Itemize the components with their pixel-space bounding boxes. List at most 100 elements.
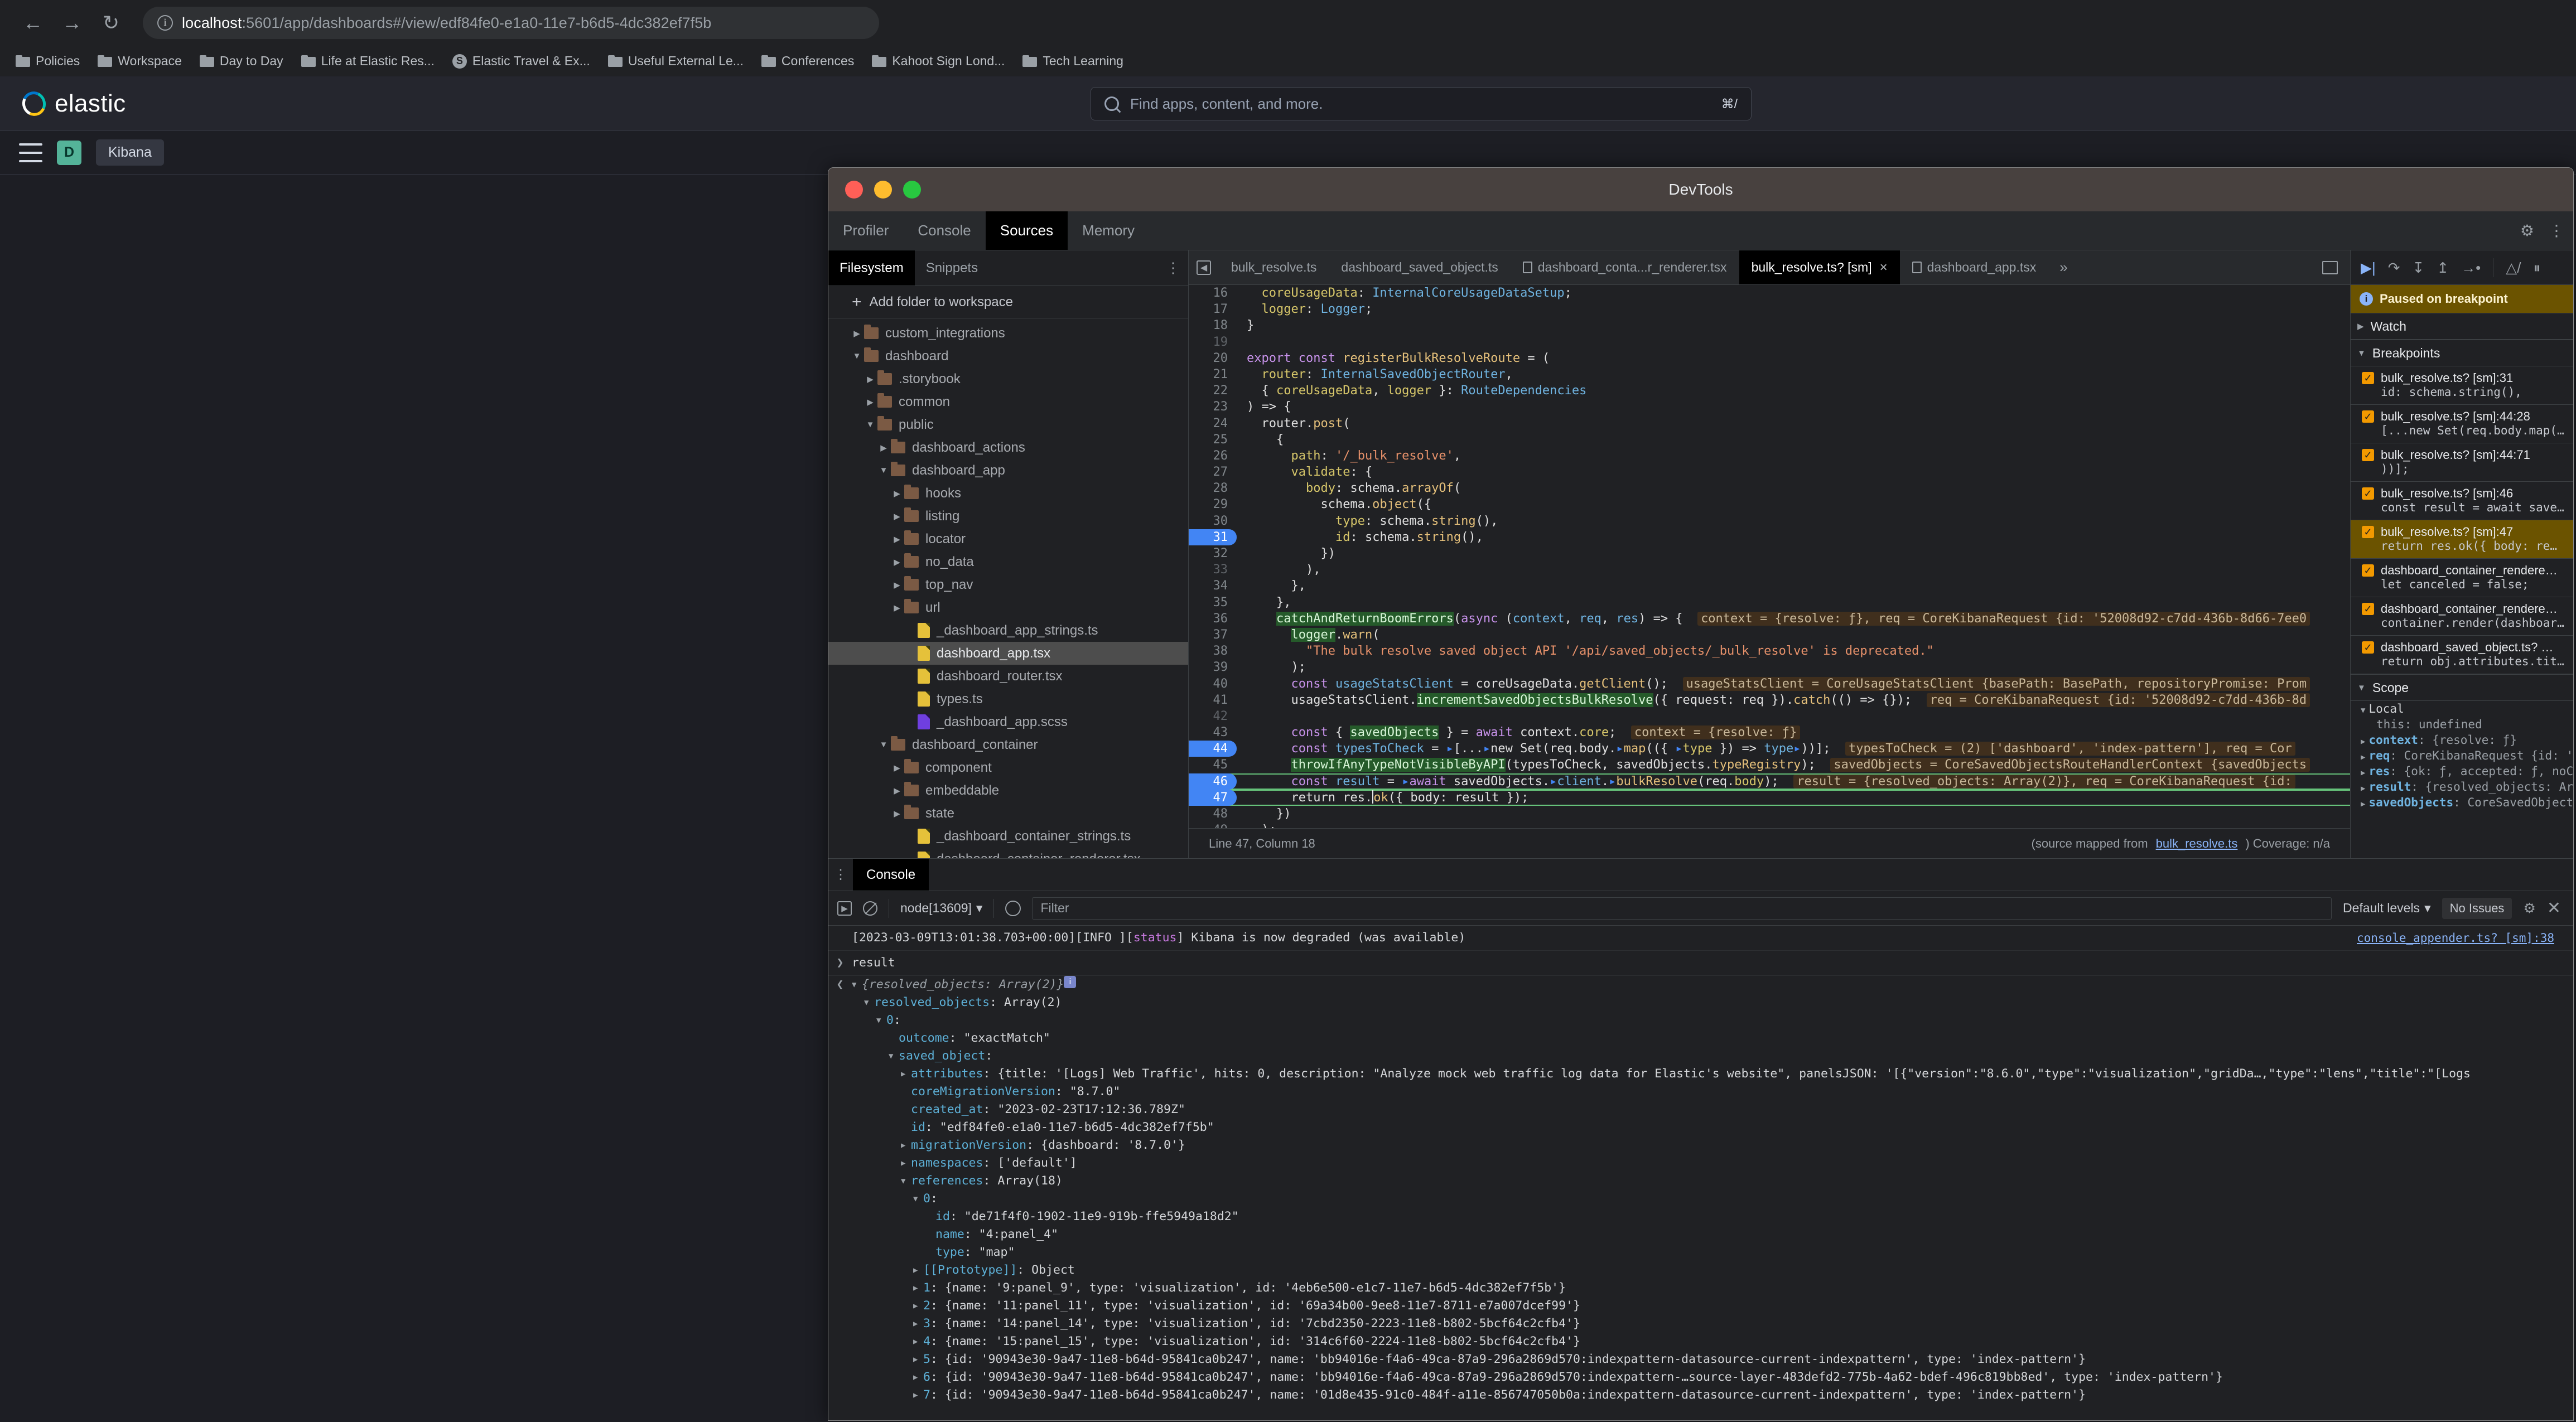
chevron-right-icon[interactable] — [901, 1154, 911, 1172]
scope-variable[interactable]: ▶ context: {resolve: ƒ} — [2351, 732, 2573, 748]
navigator-tab-filesystem[interactable]: Filesystem — [828, 250, 915, 286]
elastic-logo[interactable]: elastic — [18, 88, 126, 119]
site-info-icon[interactable]: i — [157, 15, 173, 31]
code-line[interactable]: 22 { coreUsageData, logger }: RouteDepen… — [1189, 383, 2350, 399]
line-number[interactable]: 16 — [1189, 285, 1237, 301]
tree-file[interactable]: _dashboard_container_strings.ts — [828, 825, 1188, 848]
breakpoint-checkbox[interactable] — [2362, 449, 2374, 461]
code-line[interactable]: 28 body: schema.arrayOf( — [1189, 480, 2350, 496]
console-object-row[interactable]: 4: {name: '15:panel_15', type: 'visualiz… — [828, 1333, 2573, 1351]
chevron-down-icon[interactable] — [850, 351, 864, 361]
tree-folder[interactable]: listing — [828, 505, 1188, 528]
breakpoint-checkbox[interactable] — [2362, 564, 2374, 577]
tree-folder[interactable]: dashboard — [828, 345, 1188, 367]
tree-folder[interactable]: common — [828, 390, 1188, 413]
console-object-row[interactable]: namespaces: ['default'] — [828, 1154, 2573, 1172]
line-number[interactable]: 40 — [1189, 676, 1237, 692]
bookmark-item[interactable]: Day to Day — [192, 50, 291, 72]
code-line[interactable]: 32 }) — [1189, 545, 2350, 562]
line-number[interactable]: 26 — [1189, 448, 1237, 464]
line-number[interactable]: 32 — [1189, 545, 1237, 562]
chevron-right-icon[interactable] — [913, 1315, 923, 1333]
chevron-right-icon[interactable] — [890, 809, 904, 819]
code-line[interactable]: 19 — [1189, 334, 2350, 350]
chevron-right-icon[interactable] — [890, 603, 904, 613]
line-number[interactable]: 22 — [1189, 383, 1237, 399]
console-object-row[interactable]: 2: {name: '11:panel_11', type: 'visualiz… — [828, 1297, 2573, 1315]
scope-variable[interactable]: ▶ savedObjects: CoreSavedObject — [2351, 795, 2573, 810]
chevron-right-icon[interactable] — [913, 1333, 923, 1351]
console-settings-gear-icon[interactable]: ⚙ — [2523, 900, 2535, 917]
console-object-row[interactable]: coreMigrationVersion: "8.7.0" — [828, 1083, 2573, 1101]
breakpoint-checkbox[interactable] — [2362, 526, 2374, 538]
code-line[interactable]: 18} — [1189, 317, 2350, 333]
console-object-row[interactable]: 5: {id: '90943e30-9a47-11e8-b64d-95841ca… — [828, 1351, 2573, 1368]
line-number[interactable]: 39 — [1189, 659, 1237, 675]
line-number[interactable]: 18 — [1189, 317, 1237, 333]
code-line[interactable]: 38 "The bulk resolve saved object API '/… — [1189, 643, 2350, 659]
chevron-down-icon[interactable] — [863, 420, 877, 429]
console-object-row[interactable]: saved_object: — [828, 1047, 2573, 1065]
tree-folder[interactable]: component — [828, 756, 1188, 779]
code-line[interactable]: 29 schema.object({ — [1189, 496, 2350, 512]
tree-folder[interactable]: embeddable — [828, 779, 1188, 802]
panel-tab-sources[interactable]: Sources — [985, 211, 1068, 250]
issues-button[interactable]: No Issues — [2442, 897, 2512, 919]
step-icon[interactable]: →• — [2461, 260, 2481, 275]
line-number[interactable]: 42 — [1189, 708, 1237, 724]
tab-console[interactable]: Console — [853, 859, 929, 891]
line-number[interactable]: 19 — [1189, 334, 1237, 350]
code-line[interactable]: 40 const usageStatsClient = coreUsageDat… — [1189, 676, 2350, 692]
breakpoint-item[interactable]: dashboard_saved_object.ts? …return obj.a… — [2351, 636, 2573, 674]
chevron-right-icon[interactable] — [890, 511, 904, 521]
bookmark-item[interactable]: Elastic Travel & Ex... — [445, 50, 598, 72]
code-line[interactable]: 43 const { savedObjects } = await contex… — [1189, 724, 2350, 741]
breakpoint-item[interactable]: bulk_resolve.ts? [sm]:44:28[...new Set(r… — [2351, 405, 2573, 443]
tree-folder[interactable]: no_data — [828, 550, 1188, 573]
console-object-row[interactable]: 1: {name: '9:panel_9', type: 'visualizat… — [828, 1279, 2573, 1297]
breakpoint-item[interactable]: bulk_resolve.ts? [sm]:31id: schema.strin… — [2351, 366, 2573, 405]
code-line[interactable]: 33 ), — [1189, 562, 2350, 578]
tree-folder[interactable]: url — [828, 596, 1188, 619]
chevron-right-icon[interactable] — [901, 1136, 911, 1154]
console-object-row[interactable]: references: Array(18) — [828, 1172, 2573, 1190]
chevron-right-icon[interactable] — [913, 1386, 923, 1404]
info-badge-icon[interactable]: i — [1064, 976, 1077, 988]
chevron-right-icon[interactable]: ▶ — [2361, 784, 2365, 793]
scope-local-header[interactable]: ▼ Local — [2351, 701, 2573, 717]
line-number[interactable]: 31 — [1189, 529, 1237, 545]
close-tab-icon[interactable]: × — [1880, 260, 1888, 275]
close-window-icon[interactable] — [845, 181, 863, 199]
chevron-down-icon[interactable] — [901, 1172, 911, 1190]
resume-icon[interactable]: ▶| — [2361, 260, 2376, 275]
code-line[interactable]: 24 router.post( — [1189, 415, 2350, 432]
close-drawer-icon[interactable]: ✕ — [2547, 898, 2564, 918]
chevron-right-icon[interactable] — [890, 763, 904, 773]
restore-editor-icon[interactable] — [2315, 250, 2345, 284]
console-source-link[interactable]: console_appender.ts? [sm]:38 — [2357, 929, 2554, 947]
code-line[interactable]: 45 throwIfAnyTypeNotVisibleByAPI(typesTo… — [1189, 757, 2350, 773]
console-object-row[interactable]: migrationVersion: {dashboard: '8.7.0'} — [828, 1136, 2573, 1154]
chevron-right-icon[interactable] — [913, 1279, 923, 1297]
log-levels-select[interactable]: Default levels ▾ — [2343, 901, 2431, 916]
chevron-right-icon[interactable]: ▶ — [2361, 800, 2365, 809]
console-object-row[interactable]: attributes: {title: '[Logs] Web Traffic'… — [828, 1065, 2573, 1083]
back-icon[interactable]: ← — [16, 6, 50, 40]
line-number[interactable]: 29 — [1189, 496, 1237, 512]
navigator-more-icon[interactable]: ⋮ — [1166, 250, 1180, 286]
chevron-right-icon[interactable] — [850, 328, 864, 338]
editor-tab[interactable]: bulk_resolve.ts — [1219, 250, 1329, 284]
code-line[interactable]: 20 export const registerBulkResolveRoute … — [1189, 350, 2350, 366]
console-settings-eye-icon[interactable] — [1005, 900, 1021, 916]
chevron-right-icon[interactable] — [890, 786, 904, 796]
bookmark-item[interactable]: Kahoot Sign Lond... — [864, 50, 1012, 72]
line-number[interactable]: 34 — [1189, 578, 1237, 594]
bookmark-item[interactable]: Tech Learning — [1015, 50, 1131, 72]
deactivate-breakpoints-icon[interactable]: △/ — [2506, 260, 2521, 275]
code-view[interactable]: 16 coreUsageData: InternalCoreUsageDataS… — [1189, 285, 2350, 828]
more-tabs-icon[interactable]: » — [2052, 250, 2075, 284]
scope-variable[interactable]: this: undefined — [2351, 717, 2573, 732]
chevron-right-icon[interactable] — [913, 1261, 923, 1279]
scope-section-header[interactable]: ▼ Scope — [2351, 674, 2573, 701]
global-search-input[interactable]: Find apps, content, and more. ⌘/ — [1091, 87, 1752, 120]
